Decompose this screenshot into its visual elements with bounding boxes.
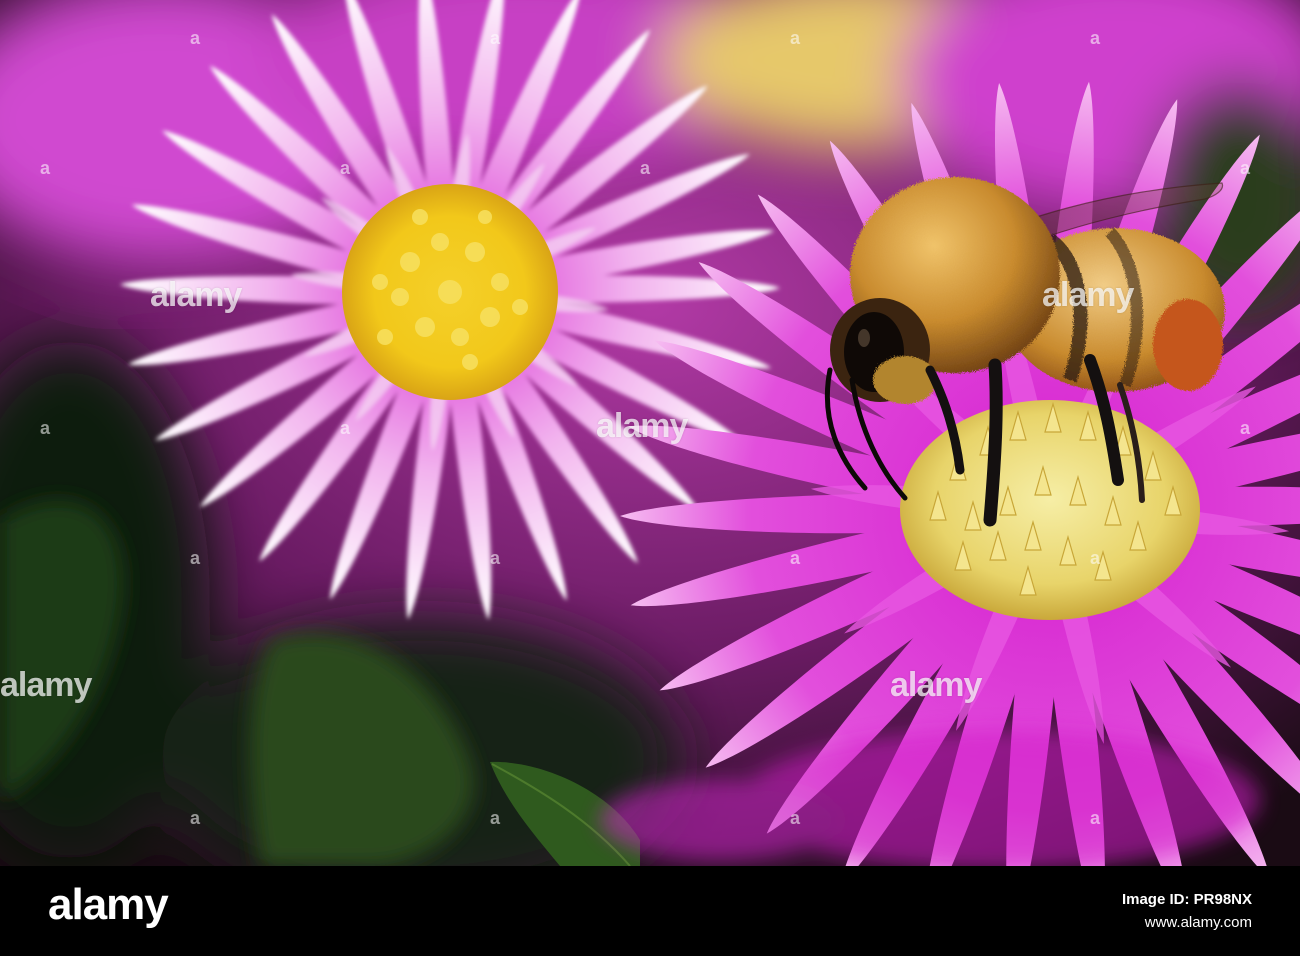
watermark-text: alamy	[150, 276, 242, 314]
watermark-text: alamy	[890, 666, 982, 704]
watermark-mark: a	[340, 158, 351, 178]
footer-info: Image ID: PR98NX www.alamy.com	[1122, 866, 1252, 956]
watermark-mark: a	[1090, 28, 1101, 48]
watermark-mark: a	[40, 418, 51, 438]
photograph: a a a a a a a a a a a a a a a a a a a al…	[0, 0, 1300, 866]
watermark-mark: a	[1240, 418, 1251, 438]
watermark-mark: a	[40, 158, 51, 178]
watermark-mark: a	[190, 548, 201, 568]
watermark-mark: a	[1090, 808, 1101, 828]
watermark-mark: a	[490, 28, 501, 48]
watermark-text: alamy	[1042, 276, 1134, 314]
watermark-mark: a	[1090, 548, 1101, 568]
watermark-mark: a	[490, 548, 501, 568]
watermark-mark: a	[190, 808, 201, 828]
watermark-mark: a	[790, 808, 801, 828]
image-id-label: Image ID: PR98NX	[1121, 891, 1252, 908]
watermark-text: alamy	[0, 666, 92, 704]
stock-image-viewer: a a a a a a a a a a a a a a a a a a a al…	[0, 0, 1300, 956]
site-link[interactable]: www.alamy.com	[1145, 914, 1252, 931]
watermark-mark: a	[340, 418, 351, 438]
footer-bar: alamy Image ID: PR98NX www.alamy.com	[0, 866, 1300, 956]
watermark-mark: a	[790, 548, 801, 568]
watermark-text: alamy	[596, 407, 688, 445]
watermark-mark: a	[640, 158, 651, 178]
watermark-mark: a	[490, 808, 501, 828]
watermark-mark: a	[790, 28, 801, 48]
watermark-mark: a	[190, 28, 201, 48]
alamy-logo: alamy	[48, 880, 169, 929]
watermark-mark: a	[1240, 158, 1251, 178]
